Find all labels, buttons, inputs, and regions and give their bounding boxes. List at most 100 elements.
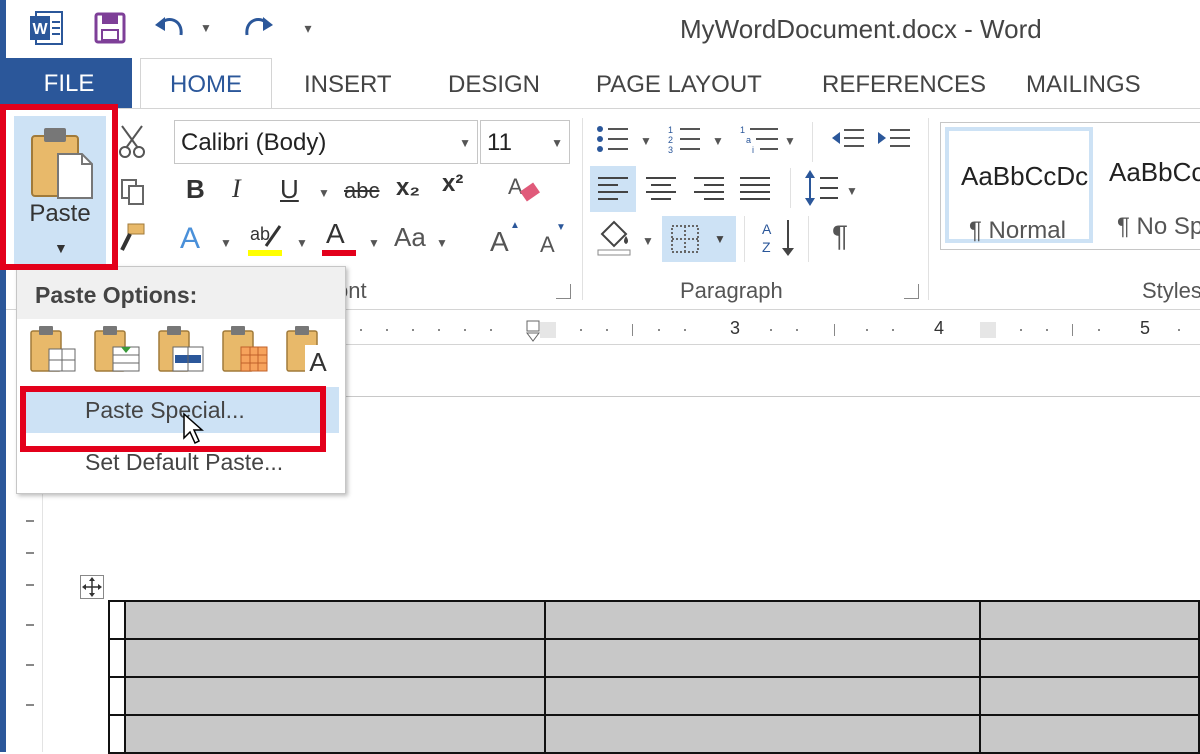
- tab-file[interactable]: FILE: [6, 58, 132, 108]
- word-app-icon[interactable]: W: [26, 10, 66, 46]
- font-name-dropdown-icon[interactable]: ▼: [459, 121, 471, 165]
- font-dialog-launcher-icon[interactable]: [556, 284, 571, 299]
- font-name-combo[interactable]: Calibri (Body) ▼: [174, 120, 478, 164]
- table-cell[interactable]: [108, 714, 125, 754]
- ruler-mark: [1046, 329, 1048, 331]
- table-cell[interactable]: [979, 676, 1200, 716]
- document-table[interactable]: [108, 600, 1200, 754]
- text-effects-button[interactable]: A: [180, 222, 200, 256]
- grow-font-button[interactable]: A: [490, 226, 509, 258]
- highlight-color-icon[interactable]: ab: [246, 220, 286, 263]
- italic-button[interactable]: I: [232, 174, 241, 204]
- bullets-icon[interactable]: [596, 124, 630, 159]
- style-no-spacing[interactable]: AaBbCc ¶ No Spa: [1097, 127, 1200, 243]
- keep-source-formatting-icon[interactable]: [29, 325, 81, 377]
- sort-icon[interactable]: AZ: [762, 218, 798, 261]
- paste-options-header: Paste Options:: [17, 267, 345, 319]
- table-cell[interactable]: [543, 676, 982, 716]
- style-normal[interactable]: AaBbCcDc ¶ Normal: [945, 127, 1093, 244]
- tab-mailings[interactable]: MAILINGS: [1026, 62, 1141, 110]
- ruler-number: 3: [730, 318, 741, 338]
- table-cell[interactable]: [108, 638, 125, 678]
- table-cell[interactable]: [543, 600, 982, 640]
- undo-dropdown-icon[interactable]: ▼: [196, 10, 216, 46]
- undo-icon[interactable]: [150, 10, 190, 46]
- copy-icon[interactable]: [120, 178, 146, 211]
- shading-dropdown-icon[interactable]: ▼: [642, 234, 654, 248]
- table-cell[interactable]: [123, 676, 546, 716]
- tab-references[interactable]: REFERENCES: [822, 62, 986, 110]
- numbering-icon[interactable]: 123: [668, 124, 702, 159]
- merge-table-icon[interactable]: [93, 325, 145, 377]
- svg-text:A: A: [309, 347, 327, 375]
- justify-icon[interactable]: [740, 176, 770, 207]
- borders-button[interactable]: ▼: [662, 216, 736, 262]
- customize-qat-icon[interactable]: ▾: [296, 10, 320, 46]
- strikethrough-button[interactable]: abc: [344, 178, 379, 204]
- change-case-dropdown-icon[interactable]: ▼: [436, 236, 448, 250]
- vertical-ruler[interactable]: [18, 480, 43, 752]
- superscript-button[interactable]: x²: [442, 170, 463, 198]
- highlight-dropdown-icon[interactable]: ▼: [296, 236, 308, 250]
- align-right-icon[interactable]: [694, 176, 724, 207]
- paragraph-dialog-launcher-icon[interactable]: [904, 284, 919, 299]
- table-cell[interactable]: [123, 600, 546, 640]
- decrease-indent-icon[interactable]: [830, 126, 866, 159]
- mouse-pointer-icon: [182, 412, 210, 451]
- cut-icon[interactable]: [118, 124, 146, 163]
- multilevel-list-icon[interactable]: 1ai: [740, 124, 780, 159]
- ruler-column-marker[interactable]: [980, 322, 996, 338]
- tab-design[interactable]: DESIGN: [448, 62, 540, 110]
- table-cell[interactable]: [108, 676, 125, 716]
- text-effects-dropdown-icon[interactable]: ▼: [220, 236, 232, 250]
- tab-home[interactable]: HOME: [140, 58, 272, 111]
- numbering-dropdown-icon[interactable]: ▼: [712, 134, 724, 148]
- subscript-button[interactable]: x₂: [396, 174, 420, 202]
- font-color-button[interactable]: A: [322, 218, 356, 256]
- format-painter-icon[interactable]: [118, 222, 146, 257]
- show-formatting-marks-button[interactable]: ¶: [832, 220, 848, 254]
- table-cell[interactable]: [108, 600, 125, 640]
- shading-icon[interactable]: [596, 220, 632, 261]
- ruler-mark: [606, 329, 608, 331]
- table-cell[interactable]: [543, 638, 982, 678]
- ruler-column-marker[interactable]: [540, 322, 556, 338]
- align-center-icon[interactable]: [646, 176, 676, 207]
- table-cell[interactable]: [123, 714, 546, 754]
- shrink-font-button[interactable]: A: [540, 232, 555, 258]
- bold-button[interactable]: B: [186, 174, 205, 205]
- clear-formatting-icon[interactable]: A: [506, 172, 542, 211]
- table-cell[interactable]: [543, 714, 982, 754]
- borders-dropdown-icon[interactable]: ▼: [714, 232, 726, 246]
- table-cell[interactable]: [979, 600, 1200, 640]
- ruler-mark: [26, 704, 34, 706]
- tab-page-layout[interactable]: PAGE LAYOUT: [596, 62, 762, 110]
- increase-indent-icon[interactable]: [876, 126, 912, 159]
- ruler-indent-marker-icon[interactable]: [526, 320, 540, 342]
- horizontal-ruler[interactable]: 3 4 5: [340, 318, 1200, 345]
- line-spacing-icon[interactable]: [804, 170, 840, 211]
- line-spacing-dropdown-icon[interactable]: ▼: [846, 184, 858, 198]
- overwrite-cells-icon[interactable]: [221, 325, 273, 377]
- font-size-combo[interactable]: 11 ▼: [480, 120, 570, 164]
- change-case-button[interactable]: Aa: [394, 222, 426, 253]
- nest-table-icon[interactable]: [157, 325, 209, 377]
- keep-text-only-icon[interactable]: A: [285, 325, 337, 377]
- font-size-dropdown-icon[interactable]: ▼: [551, 121, 563, 165]
- tab-insert[interactable]: INSERT: [304, 62, 392, 110]
- svg-text:2: 2: [668, 135, 673, 145]
- ruler-mark: [1020, 329, 1022, 331]
- save-icon[interactable]: [90, 10, 130, 46]
- table-move-handle-icon[interactable]: [80, 575, 104, 599]
- redo-icon[interactable]: [238, 10, 278, 46]
- multilevel-dropdown-icon[interactable]: ▼: [784, 134, 796, 148]
- underline-dropdown-icon[interactable]: ▼: [318, 186, 330, 200]
- align-left-button[interactable]: [590, 166, 636, 212]
- table-cell[interactable]: [123, 638, 546, 678]
- font-color-dropdown-icon[interactable]: ▼: [368, 236, 380, 250]
- underline-button[interactable]: U: [280, 174, 299, 205]
- bullets-dropdown-icon[interactable]: ▼: [640, 134, 652, 148]
- table-cell[interactable]: [979, 638, 1200, 678]
- style-sample: AaBbCc: [1109, 157, 1200, 187]
- table-cell[interactable]: [979, 714, 1200, 754]
